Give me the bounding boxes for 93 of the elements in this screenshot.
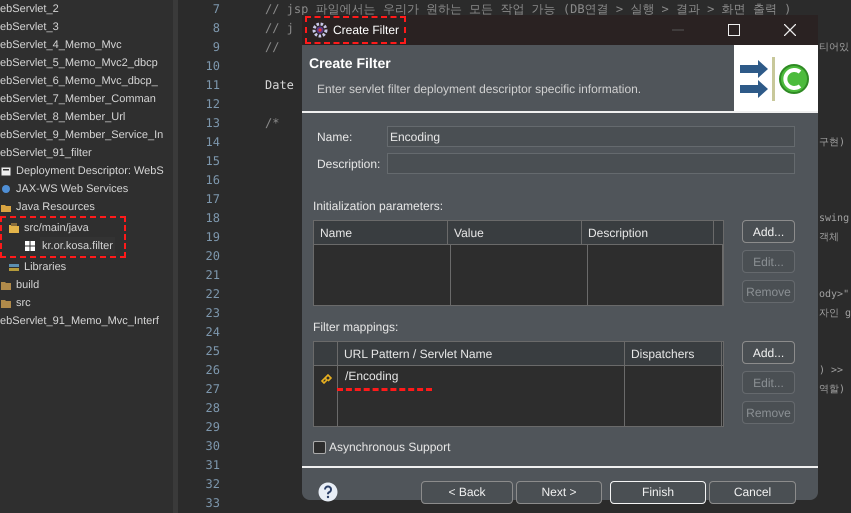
section-label: Initialization parameters: (313, 198, 444, 215)
line-number: 8 (212, 20, 220, 37)
line-number: 11 (204, 77, 220, 94)
code-comment: // j (265, 20, 294, 37)
line-number: 22 (204, 286, 220, 303)
line-number: 16 (204, 172, 220, 189)
text-field[interactable] (387, 153, 795, 174)
dialog-button[interactable]: Next > (516, 480, 602, 504)
column-header: Description (582, 220, 714, 244)
package-icon (24, 240, 36, 252)
code-text: 티어있 (819, 41, 849, 55)
column-header: Dispatchers (625, 342, 722, 366)
line-number: 29 (204, 419, 220, 436)
line-number: 20 (204, 248, 220, 265)
dialog-button[interactable]: Cancel (709, 480, 796, 504)
tree-item[interactable]: ebServlet_4_Memo_Mvc (0, 36, 122, 54)
code-text: 구현) (819, 136, 846, 150)
tree-item[interactable]: ebServlet_91_filter (0, 144, 92, 162)
tree-item[interactable]: src/main/java (24, 219, 89, 237)
close-icon (784, 24, 796, 36)
chain-link-icon (320, 374, 332, 386)
line-number: 13 (204, 115, 220, 132)
code-text: ody>" (819, 288, 850, 302)
column-header: Name (314, 220, 448, 244)
column-header: URL Pattern / Servlet Name (338, 342, 625, 366)
tree-item[interactable]: build (16, 276, 40, 294)
code-text: 자인 g (819, 307, 851, 321)
line-number: 25 (204, 343, 220, 360)
code-text: 역할) (819, 383, 846, 397)
line-number: 21 (204, 267, 220, 284)
tree-item[interactable]: ebServlet_2 (0, 0, 59, 18)
tree-item[interactable]: src (16, 294, 31, 312)
tree-item[interactable]: ebServlet_9_Member_Service_In (0, 126, 164, 144)
line-number: 33 (204, 495, 220, 512)
line-number: 14 (204, 134, 220, 151)
tree-item[interactable]: JAX-WS Web Services (16, 180, 128, 198)
line-number: 15 (204, 153, 220, 170)
tree-item[interactable]: Libraries (24, 258, 66, 276)
help-icon[interactable] (318, 482, 338, 502)
line-number: 18 (204, 210, 220, 227)
code-text: swing (819, 212, 850, 226)
code-comment: /* (265, 115, 280, 132)
open-folder-icon (8, 222, 20, 234)
column-header: Value (448, 220, 582, 244)
tree-item[interactable]: ebServlet_5_Memo_Mvc2_dbcp (0, 54, 158, 72)
line-number: 31 (204, 457, 220, 474)
tree-item[interactable]: ebServlet_6_Memo_Mvc_dbcp_ (0, 72, 158, 90)
code-comment: // (265, 39, 280, 56)
tree-item[interactable]: Java Resources (16, 198, 95, 216)
tree-item[interactable]: ebServlet_7_Member_Comman (0, 90, 156, 108)
section-label: Filter mappings: (313, 319, 400, 336)
action-button[interactable]: Add... (742, 341, 795, 364)
line-number: 26 (204, 362, 220, 379)
line-number: 32 (204, 476, 220, 493)
tree-item[interactable]: ebServlet_8_Member_Url (0, 108, 126, 126)
line-number: 30 (204, 438, 220, 455)
line-number: 19 (204, 229, 220, 246)
line-number: 28 (204, 400, 220, 417)
action-button[interactable]: Add... (742, 220, 795, 243)
globe-icon (0, 183, 12, 195)
tree-item[interactable]: ebServlet_91_Memo_Mvc_Interf (0, 312, 159, 330)
dialog-title: Create Filter (333, 22, 400, 39)
line-number: 24 (204, 324, 220, 341)
dialog-description: Enter servlet filter deployment descriptor specific information. (317, 81, 642, 98)
line-number: 10 (204, 58, 220, 75)
field-label: Description: (316, 156, 382, 172)
mapping-row[interactable]: /Encoding (345, 369, 398, 383)
books-icon (8, 261, 20, 273)
line-number: 7 (212, 1, 220, 18)
folder-icon (0, 297, 12, 309)
maximize-icon (728, 24, 740, 36)
filter-wizard-icon (734, 45, 818, 111)
code-text: ) >> (819, 364, 844, 378)
line-number: 9 (212, 39, 220, 56)
field-label: Name: (316, 128, 354, 146)
line-number: 23 (204, 305, 220, 322)
tree-item[interactable]: Deployment Descriptor: WebS (16, 162, 164, 180)
line-number: 12 (204, 96, 220, 113)
checkbox-label: Asynchronous Support (329, 439, 450, 456)
dialog-heading: Create Filter (309, 54, 392, 73)
gear-icon (312, 22, 328, 38)
code-text: 객체 (819, 231, 839, 245)
checkbox[interactable] (313, 440, 326, 454)
text-field[interactable]: Encoding (387, 126, 795, 147)
dialog-button[interactable]: Finish (610, 480, 706, 504)
code-comment: // jsp 파일에서는 우리가 원하는 모든 작업 가능 (DB연결 > 실행 > 결과 > 화면 출력 ) (265, 1, 792, 18)
folder-icon (0, 279, 12, 291)
dialog-button[interactable]: < Back (421, 480, 513, 504)
line-number: 17 (204, 191, 220, 208)
line-number: 27 (204, 381, 220, 398)
tree-item[interactable]: kr.or.kosa.filter (40, 237, 115, 255)
code-text: Date (265, 77, 294, 94)
tree-item[interactable]: ebServlet_3 (0, 18, 59, 36)
